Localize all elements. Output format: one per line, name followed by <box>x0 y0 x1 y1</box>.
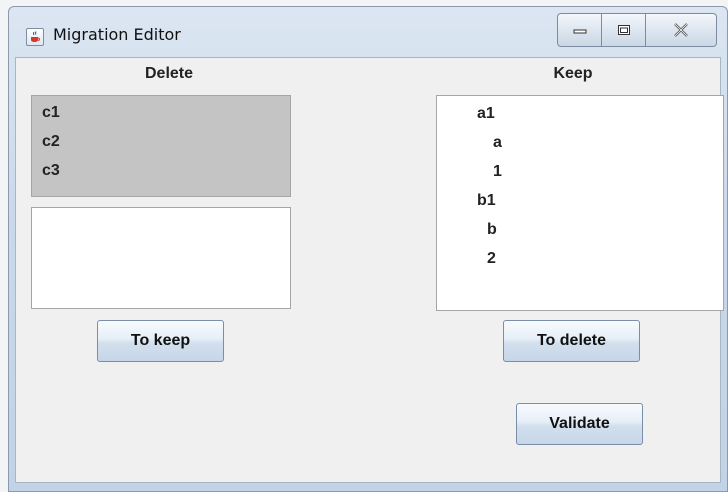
tree-node[interactable]: b1 <box>477 192 496 210</box>
list-item[interactable]: c2 <box>42 133 60 151</box>
tree-node[interactable]: a1 <box>477 105 495 123</box>
window-controls <box>557 13 717 47</box>
keep-tree[interactable]: a1 a 1 b1 b 2 <box>436 95 724 311</box>
delete-header: Delete <box>144 65 194 82</box>
title-bar[interactable]: Migration Editor <box>9 7 727 57</box>
tree-node[interactable]: 2 <box>487 250 496 268</box>
to-keep-button[interactable]: To keep <box>97 320 224 362</box>
close-icon <box>674 23 688 37</box>
tree-node[interactable]: b <box>487 221 497 239</box>
maximize-button[interactable] <box>602 13 646 47</box>
list-item[interactable]: c3 <box>42 162 60 180</box>
minimize-button[interactable] <box>557 13 602 47</box>
delete-secondary-list[interactable] <box>31 207 291 309</box>
to-delete-button[interactable]: To delete <box>503 320 640 362</box>
maximize-icon <box>617 25 630 35</box>
app-window: Migration Editor Delete c1 c2 c3 To keep… <box>8 6 728 492</box>
tree-node[interactable]: a <box>493 134 502 152</box>
minimize-icon <box>573 29 586 34</box>
content-area: Delete c1 c2 c3 To keep Keep a1 a 1 b1 b… <box>15 57 724 483</box>
delete-list[interactable]: c1 c2 c3 <box>31 95 291 197</box>
keep-header: Keep <box>553 65 593 82</box>
java-cup-icon <box>26 28 44 46</box>
list-item[interactable]: c1 <box>42 104 60 122</box>
tree-node[interactable]: 1 <box>493 163 502 181</box>
close-button[interactable] <box>646 13 717 47</box>
validate-button[interactable]: Validate <box>516 403 643 445</box>
window-title: Migration Editor <box>53 25 181 44</box>
